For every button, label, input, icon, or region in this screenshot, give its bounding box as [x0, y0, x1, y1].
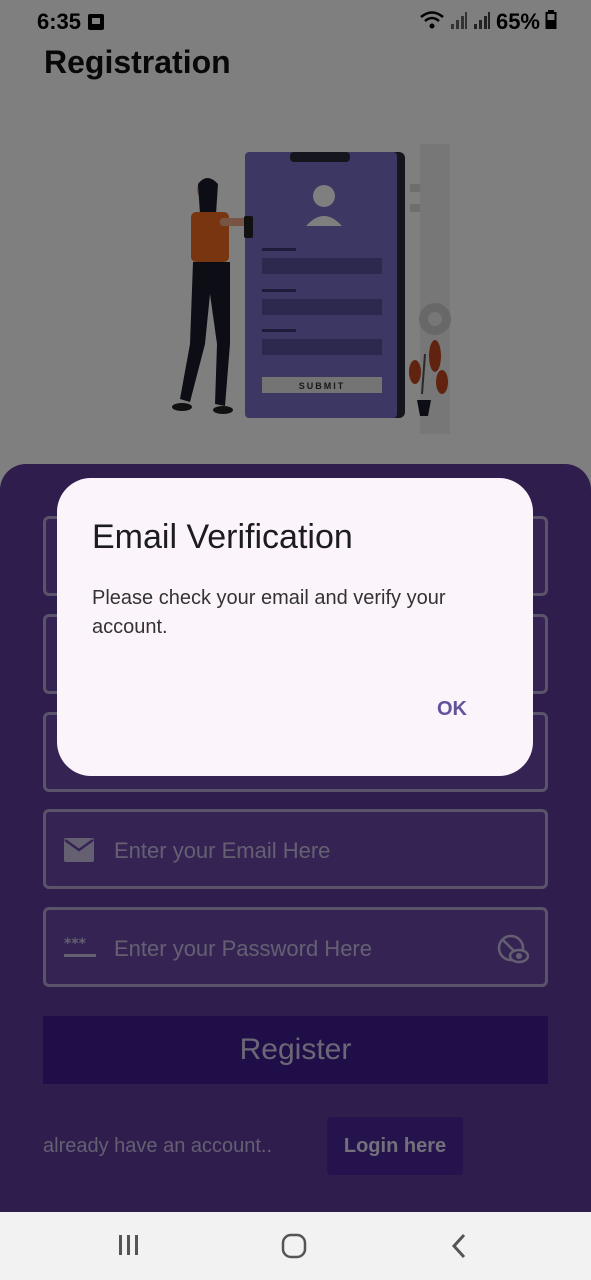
system-navigation-bar — [0, 1212, 591, 1280]
back-icon[interactable] — [448, 1232, 472, 1265]
recent-apps-icon[interactable] — [116, 1232, 142, 1263]
dialog-message: Please check your email and verify your … — [92, 587, 446, 638]
email-verification-dialog: Email Verification Please check your ema… — [57, 478, 533, 776]
dialog-title: Email Verification — [92, 518, 353, 556]
home-icon[interactable] — [280, 1232, 308, 1265]
ok-button[interactable]: OK — [437, 698, 467, 721]
